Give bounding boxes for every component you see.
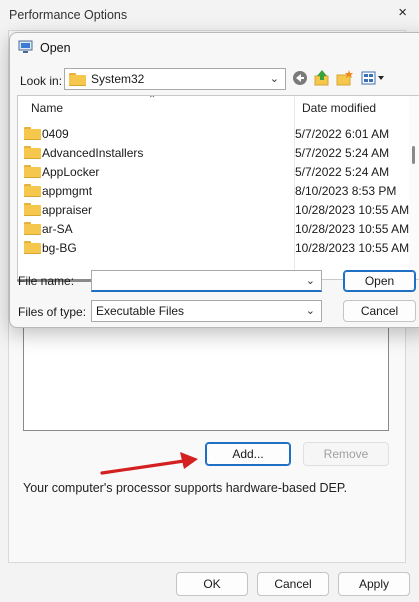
- look-in-value: System32: [91, 72, 145, 86]
- list-item[interactable]: bg-BG 10/28/2023 10:55 AM: [18, 238, 419, 257]
- files-of-type-combo[interactable]: Executable Files ⌄: [91, 300, 322, 322]
- chevron-down-icon[interactable]: ⌄: [306, 274, 315, 287]
- file-date: 10/28/2023 10:55 AM: [295, 202, 410, 217]
- folder-icon: [24, 203, 41, 216]
- file-name: appmgmt: [42, 183, 93, 198]
- list-item[interactable]: 0409 5/7/2022 6:01 AM: [18, 124, 419, 143]
- folder-icon: [24, 184, 41, 197]
- file-date: 5/7/2022 5:24 AM: [295, 164, 390, 179]
- look-in-combo[interactable]: System32 ⌄: [64, 68, 286, 90]
- file-date: 5/7/2022 6:01 AM: [295, 126, 390, 141]
- open-file-dialog: Open × Look in: System32 ⌄ Name ⌃ Date m…: [9, 32, 419, 328]
- column-header-date[interactable]: Date modified: [302, 96, 376, 120]
- files-of-type-label: Files of type:: [18, 305, 87, 319]
- files-of-type-value: Executable Files: [96, 304, 185, 318]
- folder-icon: [69, 72, 86, 86]
- file-name: appraiser: [42, 202, 93, 217]
- ok-button[interactable]: OK: [176, 572, 248, 596]
- list-item[interactable]: ar-SA 10/28/2023 10:55 AM: [18, 219, 419, 238]
- vertical-scrollbar[interactable]: [409, 96, 419, 279]
- back-arrow-icon[interactable]: [291, 69, 309, 87]
- chevron-down-icon: ⌄: [305, 305, 315, 317]
- dep-program-list[interactable]: [23, 320, 389, 431]
- add-button[interactable]: Add...: [205, 442, 291, 466]
- remove-button[interactable]: Remove: [303, 442, 389, 466]
- folder-icon: [24, 222, 41, 235]
- file-name: 0409: [42, 126, 69, 141]
- close-icon[interactable]: ×: [398, 4, 407, 21]
- sort-caret-icon: ⌃: [148, 95, 157, 105]
- list-item[interactable]: AdvancedInstallers 5/7/2022 5:24 AM: [18, 143, 419, 162]
- cancel-button[interactable]: Cancel: [257, 572, 329, 596]
- open-button[interactable]: Open: [343, 270, 416, 292]
- red-arrow-annotation: [100, 452, 198, 475]
- folder-icon: [24, 241, 41, 254]
- file-date: 8/10/2023 8:53 PM: [295, 183, 397, 198]
- file-name: ar-SA: [42, 221, 73, 236]
- folder-icon: [24, 165, 41, 178]
- new-folder-icon[interactable]: [336, 69, 354, 87]
- scrollbar-thumb[interactable]: [412, 146, 415, 164]
- cancel-button[interactable]: Cancel: [343, 300, 416, 322]
- list-item[interactable]: AppLocker 5/7/2022 5:24 AM: [18, 162, 419, 181]
- view-menu-icon[interactable]: [361, 69, 387, 87]
- file-date: 5/7/2022 5:24 AM: [295, 145, 390, 160]
- file-name: AppLocker: [42, 164, 100, 179]
- file-date: 10/28/2023 10:55 AM: [295, 240, 410, 255]
- file-name-label: File name:: [18, 274, 75, 288]
- file-list[interactable]: Name ⌃ Date modified 0409 5/7/2022 6:01 …: [17, 95, 419, 280]
- list-item[interactable]: appmgmt 8/10/2023 8:53 PM: [18, 181, 419, 200]
- performance-options-title: Performance Options: [9, 8, 128, 22]
- open-dialog-title: Open: [40, 41, 71, 55]
- file-name: bg-BG: [42, 240, 77, 255]
- file-date: 10/28/2023 10:55 AM: [295, 221, 410, 236]
- dep-support-text: Your computer's processor supports hardw…: [23, 481, 348, 495]
- open-dialog-icon: [18, 40, 33, 53]
- look-in-label: Look in:: [20, 74, 63, 88]
- apply-button[interactable]: Apply: [338, 572, 410, 596]
- chevron-down-icon: ⌄: [269, 73, 279, 85]
- folder-icon: [24, 127, 41, 140]
- file-name: AdvancedInstallers: [42, 145, 144, 160]
- list-item[interactable]: appraiser 10/28/2023 10:55 AM: [18, 200, 419, 219]
- file-name-input[interactable]: ⌄: [91, 270, 322, 292]
- column-header-name[interactable]: Name: [31, 96, 63, 120]
- up-folder-icon[interactable]: [313, 69, 331, 87]
- folder-icon: [24, 146, 41, 159]
